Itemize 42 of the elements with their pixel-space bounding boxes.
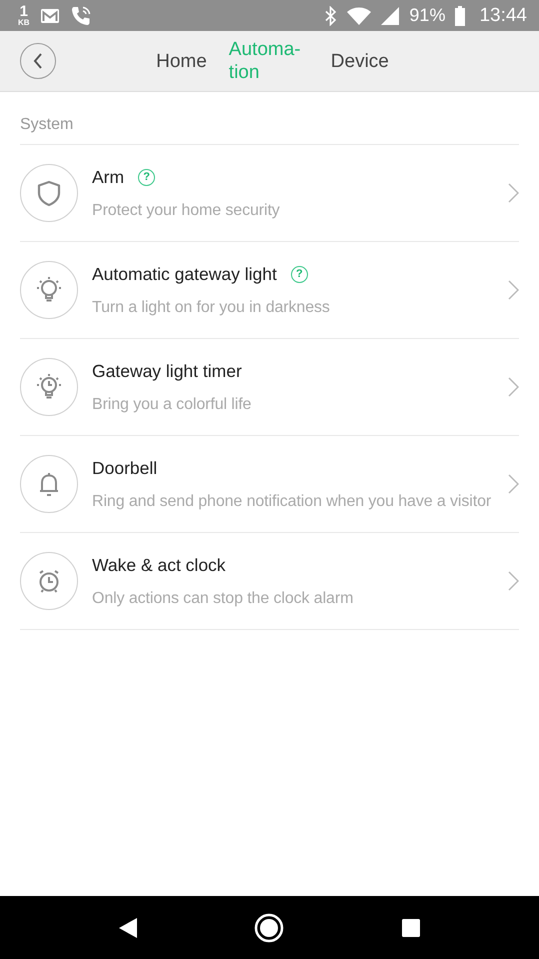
item-title: Automatic gateway light	[92, 264, 277, 284]
bluetooth-icon	[325, 6, 338, 26]
mail-icon	[40, 8, 60, 24]
data-unit: KB	[18, 19, 30, 27]
wifi-icon	[347, 6, 372, 24]
automation-item[interactable]: Doorbell Ring and send phone notification when you have a visitor	[20, 436, 519, 533]
back-button[interactable]	[20, 43, 56, 79]
phone-icon	[70, 4, 92, 26]
chevron-icon	[508, 377, 519, 397]
automation-item[interactable]: Arm ? Protect your home security	[20, 145, 519, 242]
chevron-icon	[508, 280, 519, 300]
item-subtitle: Only actions can stop the clock alarm	[92, 590, 354, 608]
data-speed: 1	[20, 4, 28, 19]
chevron-icon	[508, 183, 519, 203]
icon-circle	[20, 358, 78, 416]
icon-circle	[20, 552, 78, 610]
item-title: Arm	[92, 166, 124, 188]
icon-circle	[20, 261, 78, 319]
item-subtitle: Ring and send phone notification when you have a visitor	[92, 492, 492, 510]
automation-item[interactable]: Wake & act clock Only actions can stop the clock alarm	[20, 533, 519, 630]
chevron-icon	[508, 474, 519, 494]
back-icon[interactable]	[118, 916, 138, 938]
icon-circle	[20, 164, 78, 222]
icon-circle	[20, 455, 78, 513]
battery-icon	[455, 6, 466, 26]
item-subtitle: Bring you a colorful life	[92, 396, 252, 414]
item-subtitle: Turn a light on for you in darkness	[92, 298, 330, 316]
item-title: Wake & act clock	[92, 554, 226, 576]
automation-item[interactable]: Automatic gateway light ? Turn a light on for you in darkness	[20, 242, 519, 339]
recents-icon[interactable]	[400, 918, 421, 938]
tab[interactable]: Home	[156, 50, 207, 72]
signal-icon	[381, 6, 400, 24]
item-subtitle: Protect your home security	[92, 202, 280, 220]
clock-time: 13:44	[479, 4, 527, 26]
tab[interactable]: Device	[330, 50, 389, 72]
item-title: Gateway light timer	[92, 360, 242, 382]
item-title: Doorbell	[92, 458, 158, 478]
battery-percentage: 91%	[409, 5, 446, 26]
section-header: System	[20, 92, 519, 145]
automation-item[interactable]: Gateway light timer Bring you a colorful life	[20, 339, 519, 436]
home-icon[interactable]	[254, 912, 284, 942]
chevron-icon	[508, 571, 519, 591]
